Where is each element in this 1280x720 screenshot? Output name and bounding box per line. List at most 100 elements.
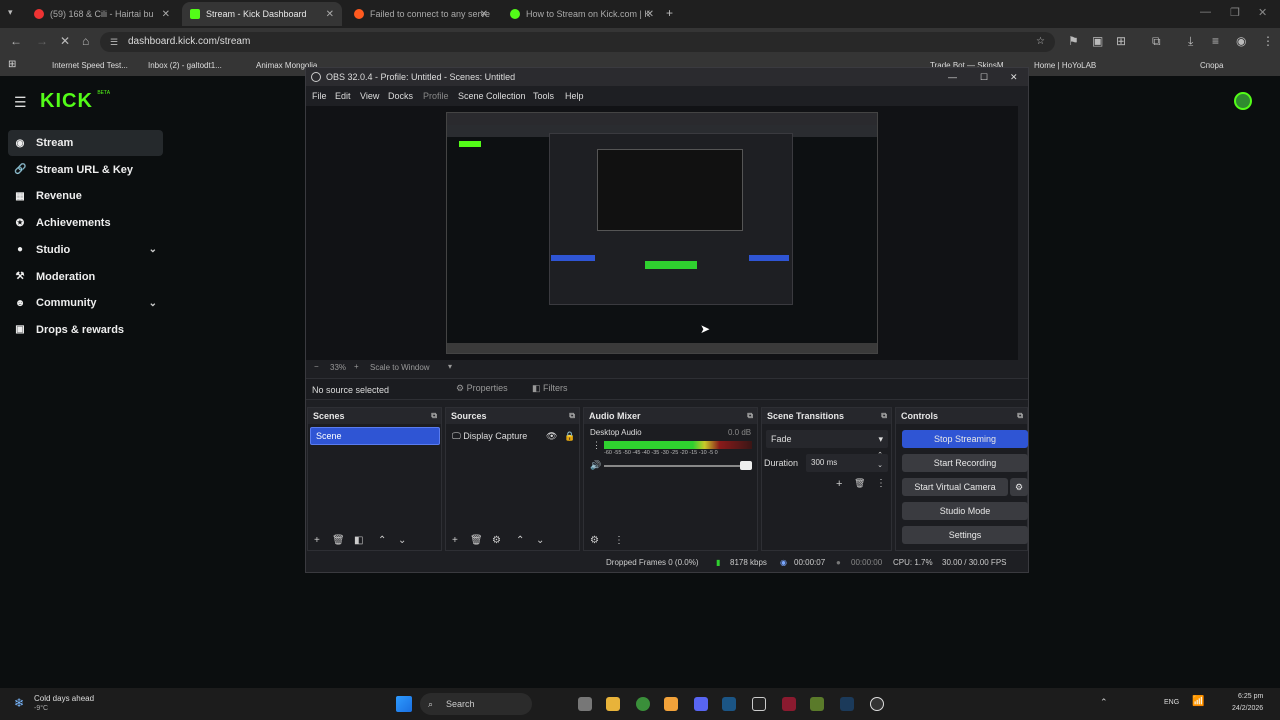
source-item[interactable]: 🖵 Display Capture 👁 🔒 xyxy=(448,427,578,445)
menu-file[interactable]: File xyxy=(312,91,327,101)
reading-list-icon[interactable]: ≡ xyxy=(1212,34,1219,48)
weather-title[interactable]: Cold days ahead xyxy=(34,694,94,703)
app-icon[interactable] xyxy=(664,697,678,711)
undock-icon[interactable]: ⧉ xyxy=(747,408,753,424)
remove-transition-icon[interactable]: 🗑 xyxy=(854,478,865,489)
download-icon[interactable]: ⤓ xyxy=(1188,34,1193,49)
scene-filters-icon[interactable]: ◧ xyxy=(354,535,363,546)
menu-icon[interactable]: ⋮ xyxy=(1262,34,1274,48)
start-recording-button[interactable]: Start Recording xyxy=(902,454,1028,472)
clock-time[interactable]: 6:25 pm xyxy=(1238,693,1263,700)
minimize-icon[interactable]: — xyxy=(948,68,957,86)
close-icon[interactable]: ✕ xyxy=(646,9,654,20)
sidebar-item-community[interactable]: ☻ Community ⌄ xyxy=(8,290,163,316)
menu-scene-collection[interactable]: Scene Collection xyxy=(458,91,526,101)
site-info-icon[interactable]: ☰ xyxy=(110,32,118,52)
add-source-icon[interactable]: + xyxy=(452,535,458,546)
source-properties-icon[interactable]: ⚙ xyxy=(492,535,501,546)
close-icon[interactable]: ✕ xyxy=(480,9,488,20)
volume-slider-handle[interactable] xyxy=(740,461,752,470)
add-scene-icon[interactable]: + xyxy=(314,535,320,546)
undock-icon[interactable]: ⧉ xyxy=(1017,408,1023,424)
mixer-menu-icon[interactable]: ⋮ xyxy=(614,535,624,546)
advanced-audio-icon[interactable]: ⚙ xyxy=(590,535,599,546)
sidebar-item-stream-url-key[interactable]: 🔗 Stream URL & Key xyxy=(8,157,163,183)
new-tab-icon[interactable]: + xyxy=(666,6,673,20)
extension-icon[interactable]: ▣ xyxy=(1092,34,1103,48)
zoom-in-icon[interactable]: + xyxy=(354,362,359,371)
sidebar-item-revenue[interactable]: ▦ Revenue xyxy=(8,183,163,209)
settings-button[interactable]: Settings xyxy=(902,526,1028,544)
visibility-eye-icon[interactable]: 👁 xyxy=(546,427,557,445)
task-view-icon[interactable] xyxy=(578,697,592,711)
bookmark-item[interactable]: Спора xyxy=(1200,61,1223,70)
bookmark-star-icon[interactable]: ☆ xyxy=(1036,32,1045,52)
back-icon[interactable]: ← xyxy=(10,34,22,48)
move-up-icon[interactable]: ⌃ xyxy=(516,535,524,546)
extension-icon[interactable]: ⚑ xyxy=(1068,34,1079,48)
apps-icon[interactable]: ⊞ xyxy=(8,59,16,70)
menu-edit[interactable]: Edit xyxy=(335,91,351,101)
transition-select[interactable]: Fade ▾ xyxy=(766,430,888,448)
add-transition-icon[interactable]: + xyxy=(836,478,842,490)
tray-chevron-icon[interactable]: ⌃ xyxy=(1100,697,1108,708)
menu-help[interactable]: Help xyxy=(565,91,584,101)
duration-input[interactable]: 300 ms ⌃ ⌄ xyxy=(806,451,888,472)
chevron-down-icon[interactable]: ⌄ xyxy=(149,244,157,255)
move-down-icon[interactable]: ⌄ xyxy=(398,535,406,546)
undock-icon[interactable]: ⧉ xyxy=(569,408,575,424)
browser-tab-reddit[interactable]: Failed to connect to any serve ✕ xyxy=(346,2,496,26)
bookmark-item[interactable]: Home | HoYoLAB xyxy=(1034,61,1096,70)
stop-loading-icon[interactable]: ✕ xyxy=(60,34,70,48)
home-icon[interactable]: ⌂ xyxy=(82,34,89,48)
extensions-puzzle-icon[interactable]: ⊞ xyxy=(1116,34,1126,48)
clock-date[interactable]: 24/2/2026 xyxy=(1232,705,1263,712)
menu-docks[interactable]: Docks xyxy=(388,91,413,101)
obs-preview[interactable] xyxy=(446,112,878,354)
address-bar[interactable]: ☰ dashboard.kick.com/stream ☆ xyxy=(100,32,1055,52)
sidebar-item-drops-rewards[interactable]: ▣ Drops & rewards xyxy=(8,317,163,343)
spin-icon[interactable]: ⌃ ⌄ xyxy=(877,451,883,471)
steam-icon[interactable] xyxy=(840,697,854,711)
sidebar-item-achievements[interactable]: ✪ Achievements xyxy=(8,210,163,236)
volume-slider[interactable] xyxy=(604,465,752,467)
bookmark-item[interactable]: Inbox (2) - galtodt1... xyxy=(148,61,222,70)
discord-icon[interactable] xyxy=(694,697,708,711)
speaker-icon[interactable]: 🔊 xyxy=(590,460,601,471)
stop-streaming-button[interactable]: Stop Streaming xyxy=(902,430,1028,448)
menu-tools[interactable]: Tools xyxy=(533,91,554,101)
lang-indicator[interactable]: ENG xyxy=(1164,699,1179,706)
taskbar-search[interactable]: ⌕ Search xyxy=(420,693,532,715)
channel-menu-icon[interactable]: ⋮ xyxy=(592,440,601,451)
undock-icon[interactable]: ⧉ xyxy=(431,408,437,424)
remove-source-icon[interactable]: 🗑 xyxy=(470,535,483,546)
sidebar-item-moderation[interactable]: ⚒ Moderation xyxy=(8,264,163,290)
tab-groups-icon[interactable]: ⧉ xyxy=(1152,34,1161,49)
sidebar-item-stream[interactable]: ◉ Stream xyxy=(8,130,163,156)
close-icon[interactable]: ✕ xyxy=(326,9,334,20)
bookmark-item[interactable]: Internet Speed Test... xyxy=(52,61,128,70)
properties-button[interactable]: ⚙ Properties xyxy=(456,383,508,394)
profile-avatar-icon[interactable]: ◉ xyxy=(1236,34,1246,48)
weather-icon[interactable]: ❄ xyxy=(14,696,24,710)
steam-icon[interactable] xyxy=(722,697,736,711)
menu-view[interactable]: View xyxy=(360,91,379,101)
file-explorer-icon[interactable] xyxy=(606,697,620,711)
filters-button[interactable]: ◧ Filters xyxy=(532,383,568,394)
undock-icon[interactable]: ⧉ xyxy=(881,408,887,424)
scene-item[interactable]: Scene xyxy=(310,427,440,445)
studio-mode-button[interactable]: Studio Mode xyxy=(902,502,1028,520)
obs-icon[interactable] xyxy=(870,697,884,711)
scale-dropdown-icon[interactable]: ▾ xyxy=(448,362,452,371)
zoom-out-icon[interactable]: − xyxy=(314,362,319,371)
start-windows-icon[interactable] xyxy=(396,696,412,712)
sidebar-item-studio[interactable]: ● Studio ⌄ xyxy=(8,237,163,263)
scale-to-window[interactable]: Scale to Window xyxy=(370,363,430,372)
hamburger-menu-icon[interactable]: ☰ xyxy=(14,94,27,111)
menu-profile[interactable]: Profile xyxy=(423,91,449,101)
lock-icon[interactable]: 🔒 xyxy=(564,427,575,445)
user-avatar[interactable] xyxy=(1234,92,1252,110)
move-up-icon[interactable]: ⌃ xyxy=(378,535,386,546)
remove-scene-icon[interactable]: 🗑 xyxy=(332,535,345,546)
app-icon[interactable] xyxy=(782,697,796,711)
